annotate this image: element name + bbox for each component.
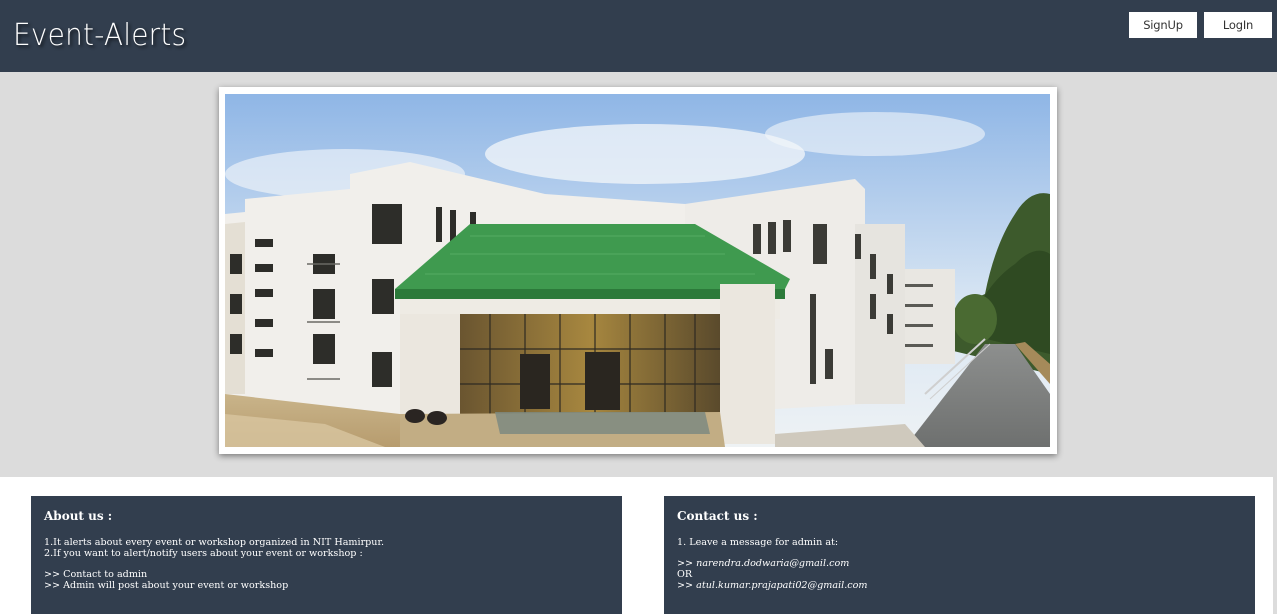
campus-building-photo [225, 94, 1050, 447]
admin-email-1[interactable]: narendra.dodwaria@gmail.com [696, 558, 849, 569]
about-us-panel: About us : 1.It alerts about every event… [31, 496, 622, 614]
contact-us-title: Contact us : [677, 509, 758, 523]
about-line-1: 1.It alerts about every event or worksho… [44, 537, 385, 548]
hero-section [0, 72, 1277, 477]
about-line-4: >> Admin will post about your event or w… [44, 580, 289, 591]
signup-button[interactable]: SignUp [1129, 12, 1197, 38]
contact-or: OR [677, 569, 693, 580]
contact-email-row-1: >> narendra.dodwaria@gmail.com [677, 558, 1242, 569]
admin-email-2[interactable]: atul.kumar.prajapati02@gmail.com [696, 580, 867, 591]
contact-line-1: 1. Leave a message for admin at: [677, 537, 839, 548]
contact-prefix-1: >> [677, 558, 697, 569]
contact-email-row-2: >> atul.kumar.prajapati02@gmail.com [677, 580, 1242, 591]
login-button[interactable]: LogIn [1204, 12, 1272, 38]
contact-us-panel: Contact us : 1. Leave a message for admi… [664, 496, 1255, 614]
about-line-2: 2.If you want to alert/notify users abou… [44, 548, 363, 559]
site-logo-title[interactable]: Event-Alerts [13, 17, 186, 53]
about-us-title: About us : [44, 509, 113, 523]
contact-prefix-2: >> [677, 580, 697, 591]
page-edge [1273, 477, 1277, 614]
top-navbar: Event-Alerts SignUp LogIn [0, 0, 1277, 72]
photo-frame [219, 87, 1057, 454]
about-line-3: >> Contact to admin [44, 569, 148, 580]
